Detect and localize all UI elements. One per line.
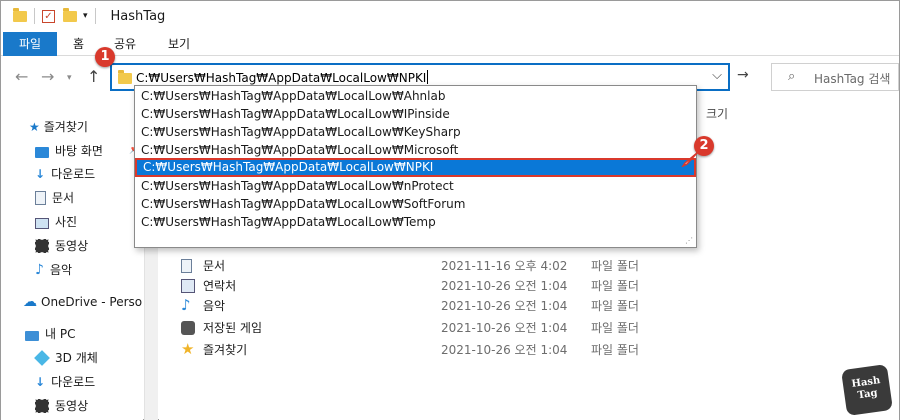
autocomplete-item[interactable]: C:₩Users₩HashTag₩AppData₩LocalLow₩Temp xyxy=(135,213,696,231)
autocomplete-item[interactable]: C:₩Users₩HashTag₩AppData₩LocalLow₩IPinsi… xyxy=(135,105,696,123)
music-icon: ♪ xyxy=(35,262,44,278)
sidebar-item-this-pc[interactable]: 내 PC xyxy=(25,324,75,344)
tab-share[interactable]: 공유 xyxy=(114,33,136,55)
navigation-pane: ★즐겨찾기 바탕 화면 📌 ↓다운로드 문서 사진 동영상 ♪음악 ☁OneDr… xyxy=(1,101,143,420)
table-row[interactable]: ★ 즐겨찾기 2021-10-26 오전 1:04 파일 폴더 xyxy=(179,340,879,360)
ribbon-tabs: 파일 홈 공유 보기 xyxy=(1,31,899,56)
folder-icon xyxy=(118,70,132,84)
sidebar-item-videos[interactable]: 동영상 xyxy=(35,236,88,256)
music-icon: ♪ xyxy=(181,296,191,314)
video-icon xyxy=(35,239,49,253)
table-row[interactable]: 저장된 게임 2021-10-26 오전 1:04 파일 폴더 xyxy=(179,318,879,338)
file-date: 2021-10-26 오전 1:04 xyxy=(441,279,568,293)
file-name: 문서 xyxy=(203,259,226,273)
sidebar-item-pc-downloads[interactable]: ↓ 다운로드 xyxy=(35,372,95,392)
address-input[interactable]: C:₩Users₩HashTag₩AppData₩LocalLow₩NPKI xyxy=(136,70,429,85)
file-type: 파일 폴더 xyxy=(591,299,639,313)
hashtag-logo: Hash Tag xyxy=(841,364,893,416)
favorites-star-icon: ★ xyxy=(181,340,195,358)
autocomplete-item[interactable]: C:₩Users₩HashTag₩AppData₩LocalLow₩Ahnlab xyxy=(135,87,696,105)
sidebar-item-pictures[interactable]: 사진 xyxy=(35,212,77,232)
autocomplete-item[interactable]: C:₩Users₩HashTag₩AppData₩LocalLow₩Micros… xyxy=(135,141,696,159)
table-row[interactable]: 문서 2021-11-16 오후 4:02 파일 폴더 xyxy=(179,256,879,276)
document-icon xyxy=(35,191,46,205)
sidebar-item-documents[interactable]: 문서 xyxy=(35,188,74,208)
pc-monitor-icon xyxy=(25,331,39,341)
recent-locations-icon[interactable]: ▾ xyxy=(67,73,72,83)
file-type: 파일 폴더 xyxy=(591,259,639,273)
divider xyxy=(34,8,35,24)
new-folder-icon[interactable] xyxy=(63,7,77,22)
desktop-icon xyxy=(35,147,49,158)
properties-check-icon[interactable]: ✓ xyxy=(42,9,55,23)
tab-view[interactable]: 보기 xyxy=(168,33,190,55)
file-date: 2021-10-26 오전 1:04 xyxy=(441,321,568,335)
forward-arrow-icon[interactable]: → xyxy=(41,67,54,86)
pointer-arrow-icon xyxy=(681,152,698,167)
explorer-window: ✓ ▾ HashTag 파일 홈 공유 보기 ← → ▾ ↑ C:₩Users₩… xyxy=(0,0,900,420)
autocomplete-item-selected[interactable]: C:₩Users₩HashTag₩AppData₩LocalLow₩NPKI xyxy=(135,158,696,177)
sidebar-item-quick-access[interactable]: ★ 즐겨찾기 xyxy=(29,117,88,137)
go-arrow-icon[interactable]: → xyxy=(737,67,749,83)
sidebar-item-pc-videos[interactable]: 동영상 xyxy=(35,396,88,416)
search-box[interactable]: ⌕ HashTag 검색 xyxy=(771,63,899,91)
tab-home[interactable]: 홈 xyxy=(73,33,84,55)
table-row[interactable]: 연락처 2021-10-26 오전 1:04 파일 폴더 xyxy=(179,276,879,296)
window-title: HashTag xyxy=(110,8,166,24)
star-icon: ★ xyxy=(29,120,40,134)
divider xyxy=(94,8,96,24)
file-name: 연락처 xyxy=(203,279,237,293)
sidebar-item-onedrive[interactable]: ☁ OneDrive - Person xyxy=(23,292,143,312)
video-icon xyxy=(35,399,49,413)
resize-grip-icon[interactable]: ⋰ xyxy=(685,236,693,245)
search-input[interactable]: HashTag 검색 xyxy=(814,70,890,87)
address-history-dropdown-icon[interactable]: ⌵ xyxy=(712,68,722,83)
file-date: 2021-10-26 오전 1:04 xyxy=(441,299,568,313)
file-type: 파일 폴더 xyxy=(591,279,639,293)
file-name: 즐겨찾기 xyxy=(203,343,248,357)
file-type: 파일 폴더 xyxy=(591,321,639,335)
autocomplete-item[interactable]: C:₩Users₩HashTag₩AppData₩LocalLow₩KeySha… xyxy=(135,123,696,141)
cloud-icon: ☁ xyxy=(23,294,37,310)
autocomplete-item[interactable]: C:₩Users₩HashTag₩AppData₩LocalLow₩nProte… xyxy=(135,177,696,195)
picture-icon xyxy=(35,218,49,229)
up-arrow-icon[interactable]: ↑ xyxy=(87,67,100,86)
search-icon: ⌕ xyxy=(788,69,796,84)
3d-objects-icon xyxy=(34,350,50,366)
download-icon: ↓ xyxy=(35,375,46,389)
table-row[interactable]: ♪ 음악 2021-10-26 오전 1:04 파일 폴더 xyxy=(179,296,879,316)
sidebar-item-music[interactable]: ♪ 음악 xyxy=(35,260,72,280)
download-icon: ↓ xyxy=(35,167,46,181)
folder-icon xyxy=(13,7,27,22)
customize-quick-access-icon[interactable]: ▾ xyxy=(83,11,88,21)
file-name: 음악 xyxy=(203,299,226,313)
sidebar-item-downloads[interactable]: ↓ 다운로드 xyxy=(35,164,95,184)
sidebar-item-desktop[interactable]: 바탕 화면 xyxy=(35,141,103,161)
step-badge-1: 1 xyxy=(95,47,115,67)
title-bar: ✓ ▾ HashTag xyxy=(1,1,899,31)
autocomplete-item[interactable]: C:₩Users₩HashTag₩AppData₩LocalLow₩SoftFo… xyxy=(135,195,696,213)
document-icon xyxy=(181,259,192,273)
tab-file[interactable]: 파일 xyxy=(3,32,57,56)
column-header-size[interactable]: 크기 xyxy=(706,105,728,122)
saved-games-icon xyxy=(181,321,195,335)
sidebar-item-3d-objects[interactable]: 3D 개체 xyxy=(34,348,98,368)
address-autocomplete-list: C:₩Users₩HashTag₩AppData₩LocalLow₩Ahnlab… xyxy=(134,85,697,248)
back-arrow-icon[interactable]: ← xyxy=(15,67,28,86)
file-type: 파일 폴더 xyxy=(591,343,639,357)
contacts-icon xyxy=(181,279,195,293)
file-name: 저장된 게임 xyxy=(203,321,263,335)
file-date: 2021-10-26 오전 1:04 xyxy=(441,343,568,357)
file-date: 2021-11-16 오후 4:02 xyxy=(441,259,568,273)
